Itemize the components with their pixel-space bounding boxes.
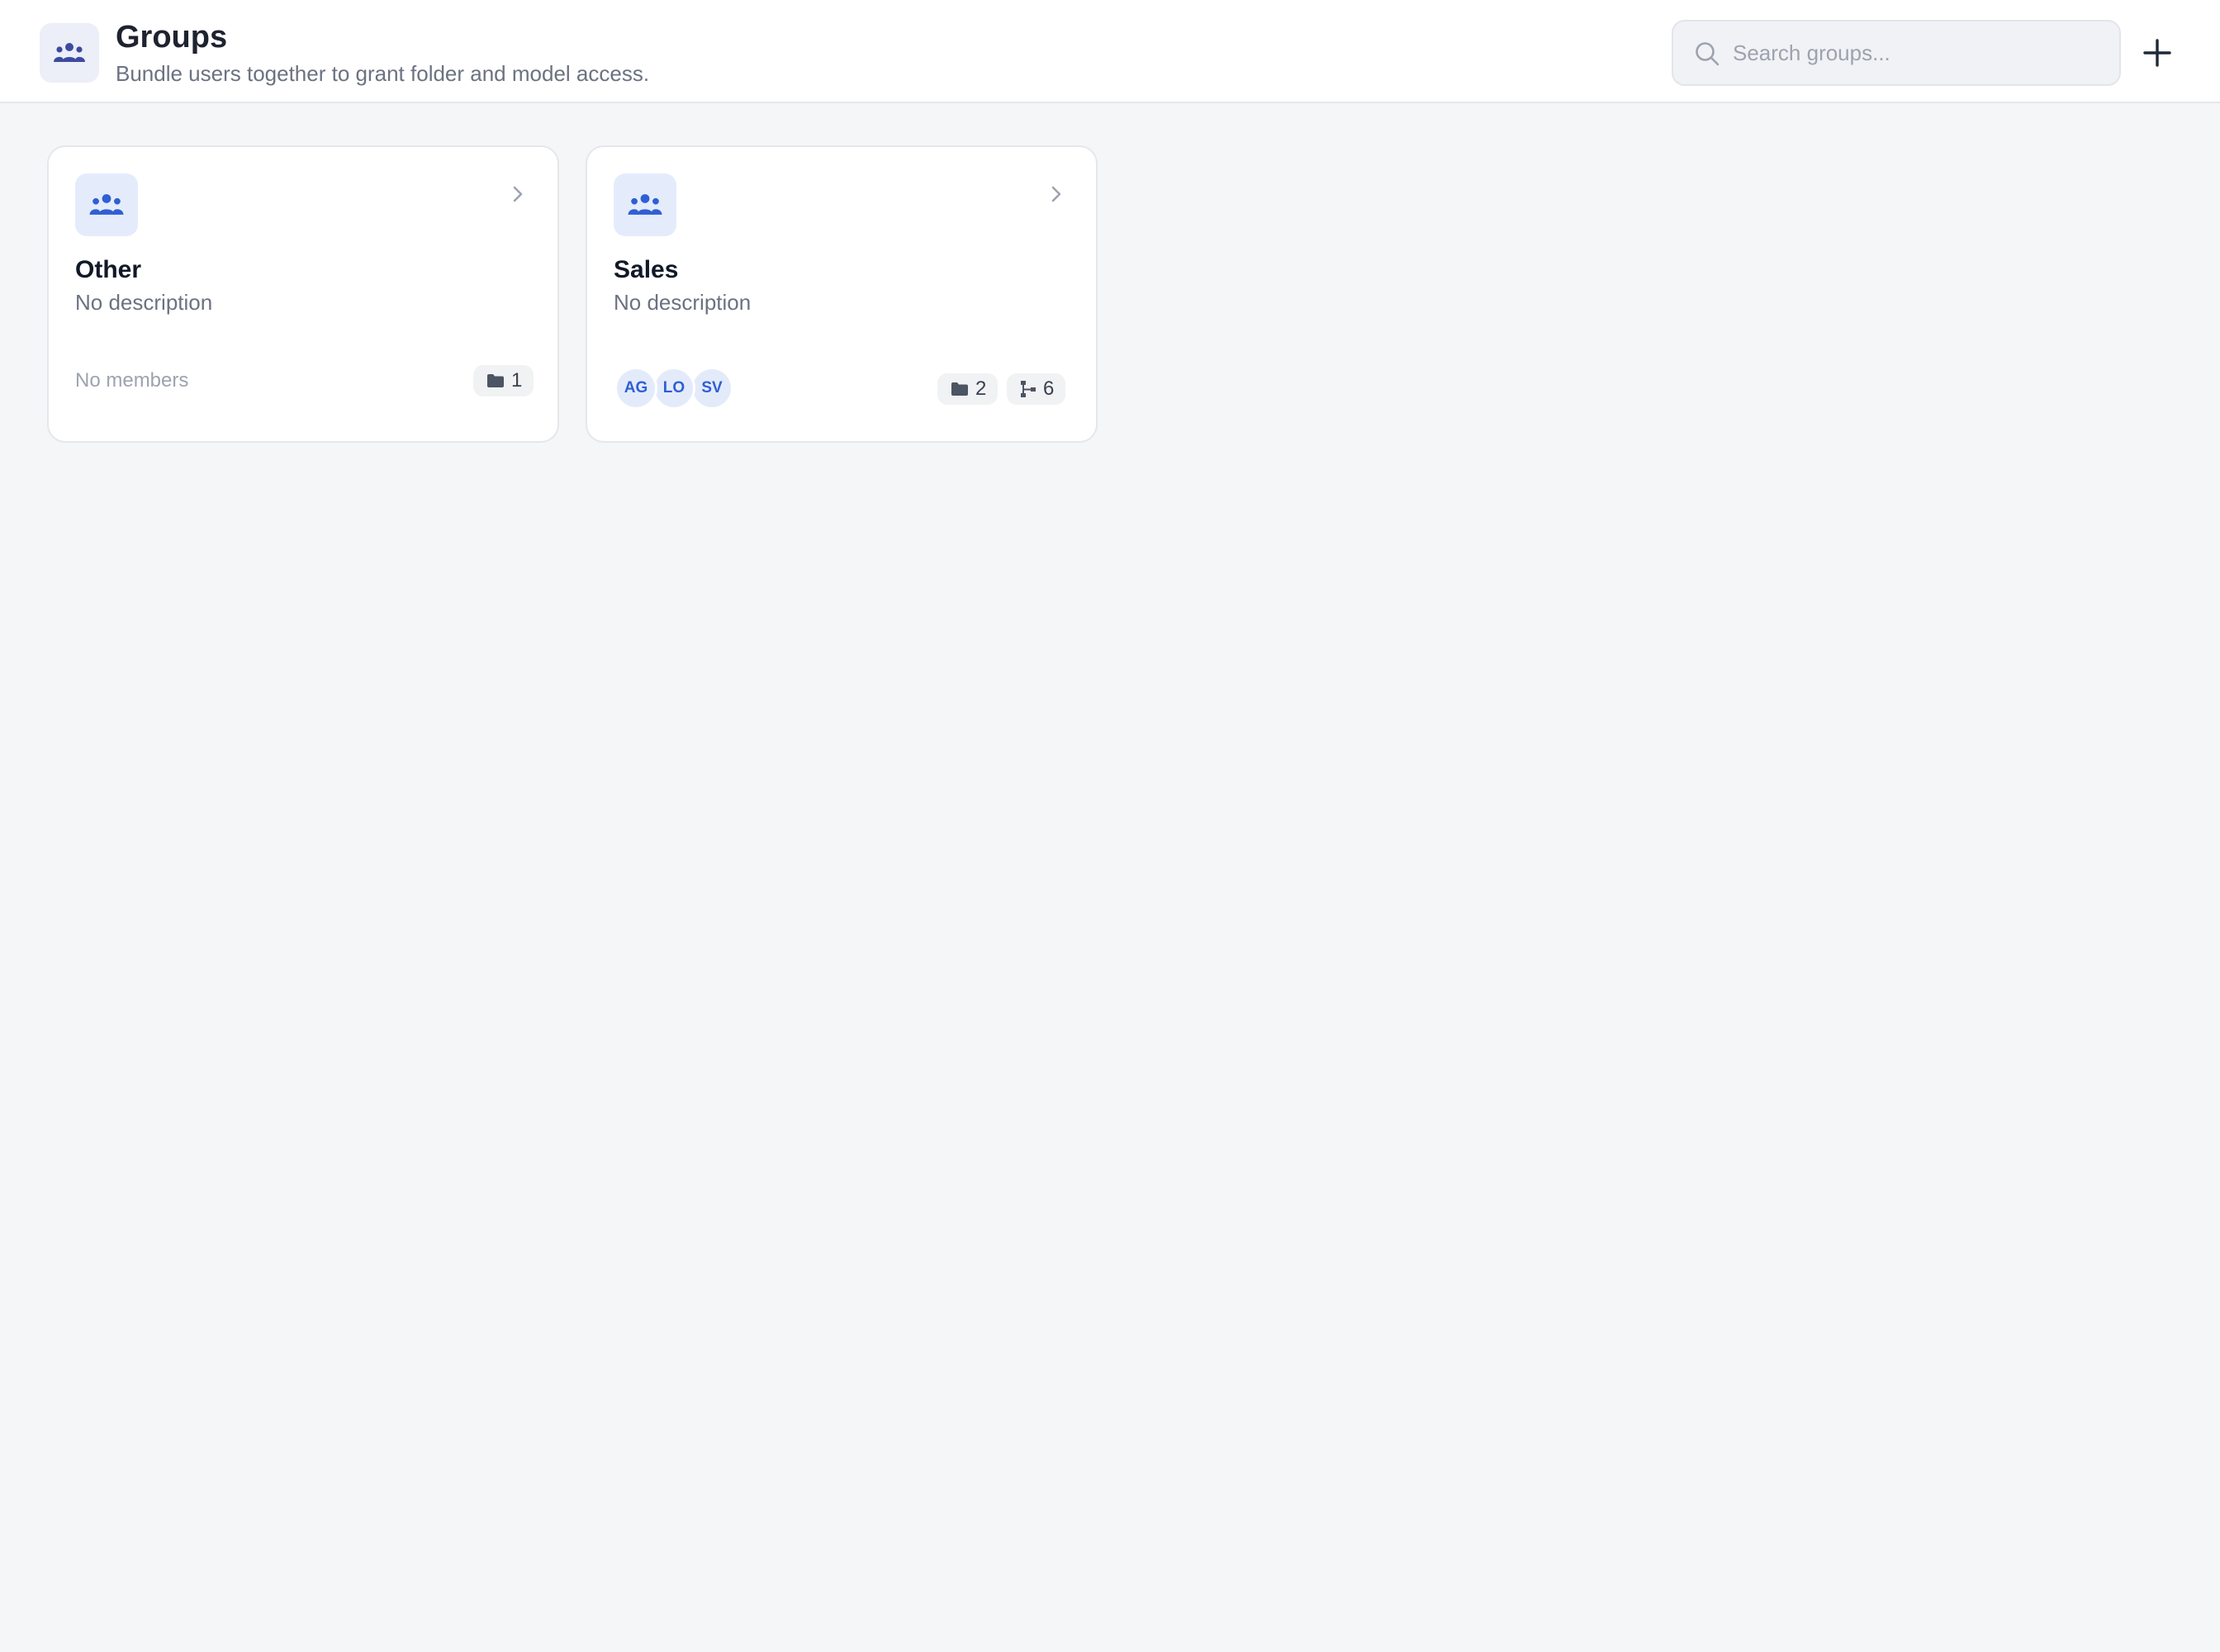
member-avatar[interactable]: AG (614, 367, 657, 410)
member-avatar[interactable]: SV (690, 367, 733, 410)
folder-count-badge: 1 (473, 365, 534, 396)
member-avatar[interactable]: LO (652, 367, 695, 410)
people-group-icon (75, 173, 138, 236)
folder-count-badge: 2 (937, 373, 999, 405)
chevron-right-icon[interactable] (1046, 182, 1066, 206)
page-subtitle: Bundle users together to grant folder an… (116, 61, 650, 86)
chevron-right-icon[interactable] (508, 182, 528, 206)
folder-count: 1 (511, 369, 523, 392)
page-title: Groups (116, 20, 228, 55)
group-name: Sales (614, 256, 679, 283)
folder-icon (487, 374, 504, 387)
group-name: Other (75, 256, 142, 283)
group-card-sales[interactable]: Sales No description AG LO SV 2 6 (586, 145, 1098, 443)
plus-icon (2143, 39, 2171, 67)
folder-icon (951, 382, 968, 396)
hierarchy-icon (1021, 381, 1036, 397)
search-input[interactable] (1733, 30, 2104, 76)
page-header: Groups Bundle users together to grant fo… (0, 0, 2220, 103)
people-group-icon (614, 173, 676, 236)
group-description: No description (614, 290, 752, 315)
members-empty-label: No members (75, 369, 189, 392)
search-box[interactable] (1672, 20, 2121, 86)
group-description: No description (75, 290, 213, 315)
people-group-icon (40, 23, 99, 83)
search-icon (1696, 42, 1720, 66)
model-count-badge: 6 (1007, 373, 1066, 405)
add-group-button[interactable] (2137, 30, 2177, 76)
model-count: 6 (1043, 377, 1055, 400)
group-card-other[interactable]: Other No description No members 1 (47, 145, 559, 443)
folder-count: 2 (975, 377, 987, 400)
